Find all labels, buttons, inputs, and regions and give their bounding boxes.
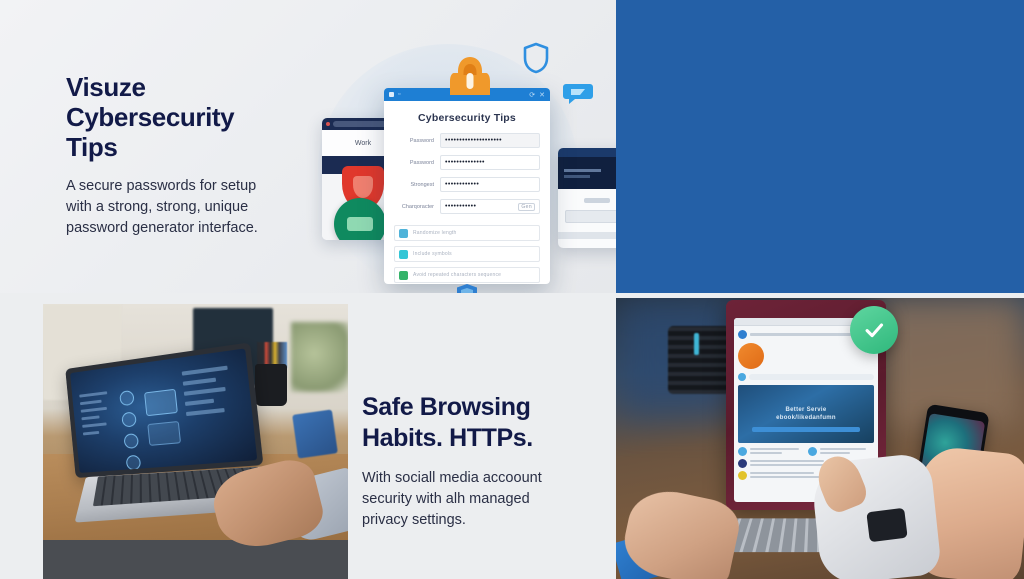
section-title-line-2: Habits. HTTPs.: [362, 423, 572, 454]
page-title: Visuze Cybersecurity Tips: [66, 72, 281, 162]
list-item-icon: [738, 459, 747, 468]
pen-cup: [255, 364, 287, 406]
title-line-2: Cybersecurity: [66, 102, 281, 132]
generate-inline-button[interactable]: Gen: [518, 203, 535, 211]
options-list: Randomize length Include symbols Avoid r…: [384, 221, 550, 283]
title-line-1: Visuze: [66, 72, 281, 102]
side-card-right[interactable]: [558, 148, 616, 248]
side-card-right-titlebar: [558, 148, 616, 157]
form-row: Strongest ••••••••••••: [394, 177, 540, 192]
password-field-3[interactable]: ••••••••••••: [440, 177, 540, 192]
stapler: [292, 409, 338, 458]
app-icon: ▫: [398, 91, 400, 98]
side-card-right-heading: [584, 198, 610, 203]
comment-field[interactable]: [749, 374, 874, 380]
orange-lock-badge: [450, 55, 490, 97]
field-label: Charqoracter: [394, 204, 434, 210]
option-label: Avoid repeated characters sequence: [413, 272, 501, 278]
form-row: Password ••••••••••••••: [394, 155, 540, 170]
chart-icon: [399, 229, 408, 238]
refresh-icon[interactable]: ⟳: [529, 91, 535, 99]
option-row-randomize[interactable]: Randomize length: [394, 225, 540, 241]
list-item-icon: [738, 447, 747, 456]
grid-icon: [399, 250, 408, 259]
dialog-title: Cybersecurity Tips: [384, 101, 550, 133]
avatar: [738, 373, 746, 381]
side-card-right-footer: [558, 232, 616, 239]
title-line-3: Tips: [66, 132, 281, 162]
dashboard-icon: [121, 411, 137, 427]
password-field-2[interactable]: ••••••••••••••: [440, 155, 540, 170]
checklist-icon: [399, 271, 408, 280]
field-label: Password: [394, 138, 434, 144]
section-title-line-1: Safe Browsing: [362, 392, 572, 423]
password-field-4-value: •••••••••••: [445, 203, 476, 210]
field-label: Strongest: [394, 182, 434, 188]
laptop-screen: [70, 348, 257, 473]
blue-shield-badge-icon: [455, 283, 479, 293]
password-field-1[interactable]: ••••••••••••••••••••: [440, 133, 540, 148]
password-generator-dialog[interactable]: ▫ ⟳ ✕ Cybersecurity Tips Password ••••••…: [384, 88, 550, 284]
green-circle-icon: [334, 198, 386, 240]
password-form: Password •••••••••••••••••••• Password •…: [384, 133, 550, 214]
feed-media-card[interactable]: Better Servie ebook/likedanfumn: [738, 385, 874, 443]
side-card-right-body: [558, 189, 616, 223]
blue-shield-outline-icon: [522, 42, 550, 74]
form-row: Password ••••••••••••••••••••: [394, 133, 540, 148]
chat-tag-icon: [562, 82, 594, 106]
panel-top-left: Work ▫ ⟳ ✕ Cybersecurity Tips Password •…: [0, 0, 616, 293]
top-left-body-text: A secure passwords for setup with a stro…: [66, 176, 281, 239]
side-card-right-header: [558, 157, 616, 189]
option-row-symbols[interactable]: Include symbols: [394, 246, 540, 262]
window-menu-icon[interactable]: [389, 92, 394, 97]
side-card-right-headlines: [564, 169, 612, 178]
dashboard-icon: [126, 455, 142, 471]
keypad-device: [668, 326, 730, 394]
top-left-text-block: Visuze Cybersecurity Tips A secure passw…: [66, 72, 281, 239]
avatar: [738, 330, 747, 339]
dashboard-icon: [119, 390, 135, 406]
form-row: Charqoracter ••••••••••• Gen: [394, 199, 540, 214]
laptop-desk-photo: [43, 304, 348, 579]
section-title: Safe Browsing Habits. HTTPs.: [362, 392, 572, 454]
record-dot-icon: [326, 122, 330, 126]
green-check-badge: [850, 306, 898, 354]
password-field-4[interactable]: ••••••••••• Gen: [440, 199, 540, 214]
brand-logo: [738, 343, 764, 369]
option-label: Include symbols: [413, 251, 452, 257]
option-label: Randomize length: [413, 230, 457, 236]
field-label: Password: [394, 160, 434, 166]
side-card-right-input[interactable]: [565, 210, 616, 223]
option-row-avoid-repeats[interactable]: Avoid repeated characters sequence: [394, 267, 540, 283]
bottom-middle-body-text: With sociall media accoount security wit…: [362, 468, 572, 531]
infographic-canvas: Work ▫ ⟳ ✕ Cybersecurity Tips Password •…: [0, 0, 1024, 579]
media-headline-1: Better Servie: [786, 407, 827, 413]
close-icon[interactable]: ✕: [539, 91, 545, 99]
list-item-icon: [808, 447, 817, 456]
dashboard-icon: [123, 433, 139, 449]
media-headline-2: ebook/likedanfumn: [776, 415, 836, 421]
bottom-middle-text-block: Safe Browsing Habits. HTTPs. With social…: [362, 392, 572, 531]
smartwatch: [866, 508, 907, 542]
team-devices-photo: Better Servie ebook/likedanfumn: [616, 298, 1024, 579]
panel-top-right: Visid secure security password -in passw…: [616, 0, 1024, 293]
list-item-icon: [738, 471, 747, 480]
